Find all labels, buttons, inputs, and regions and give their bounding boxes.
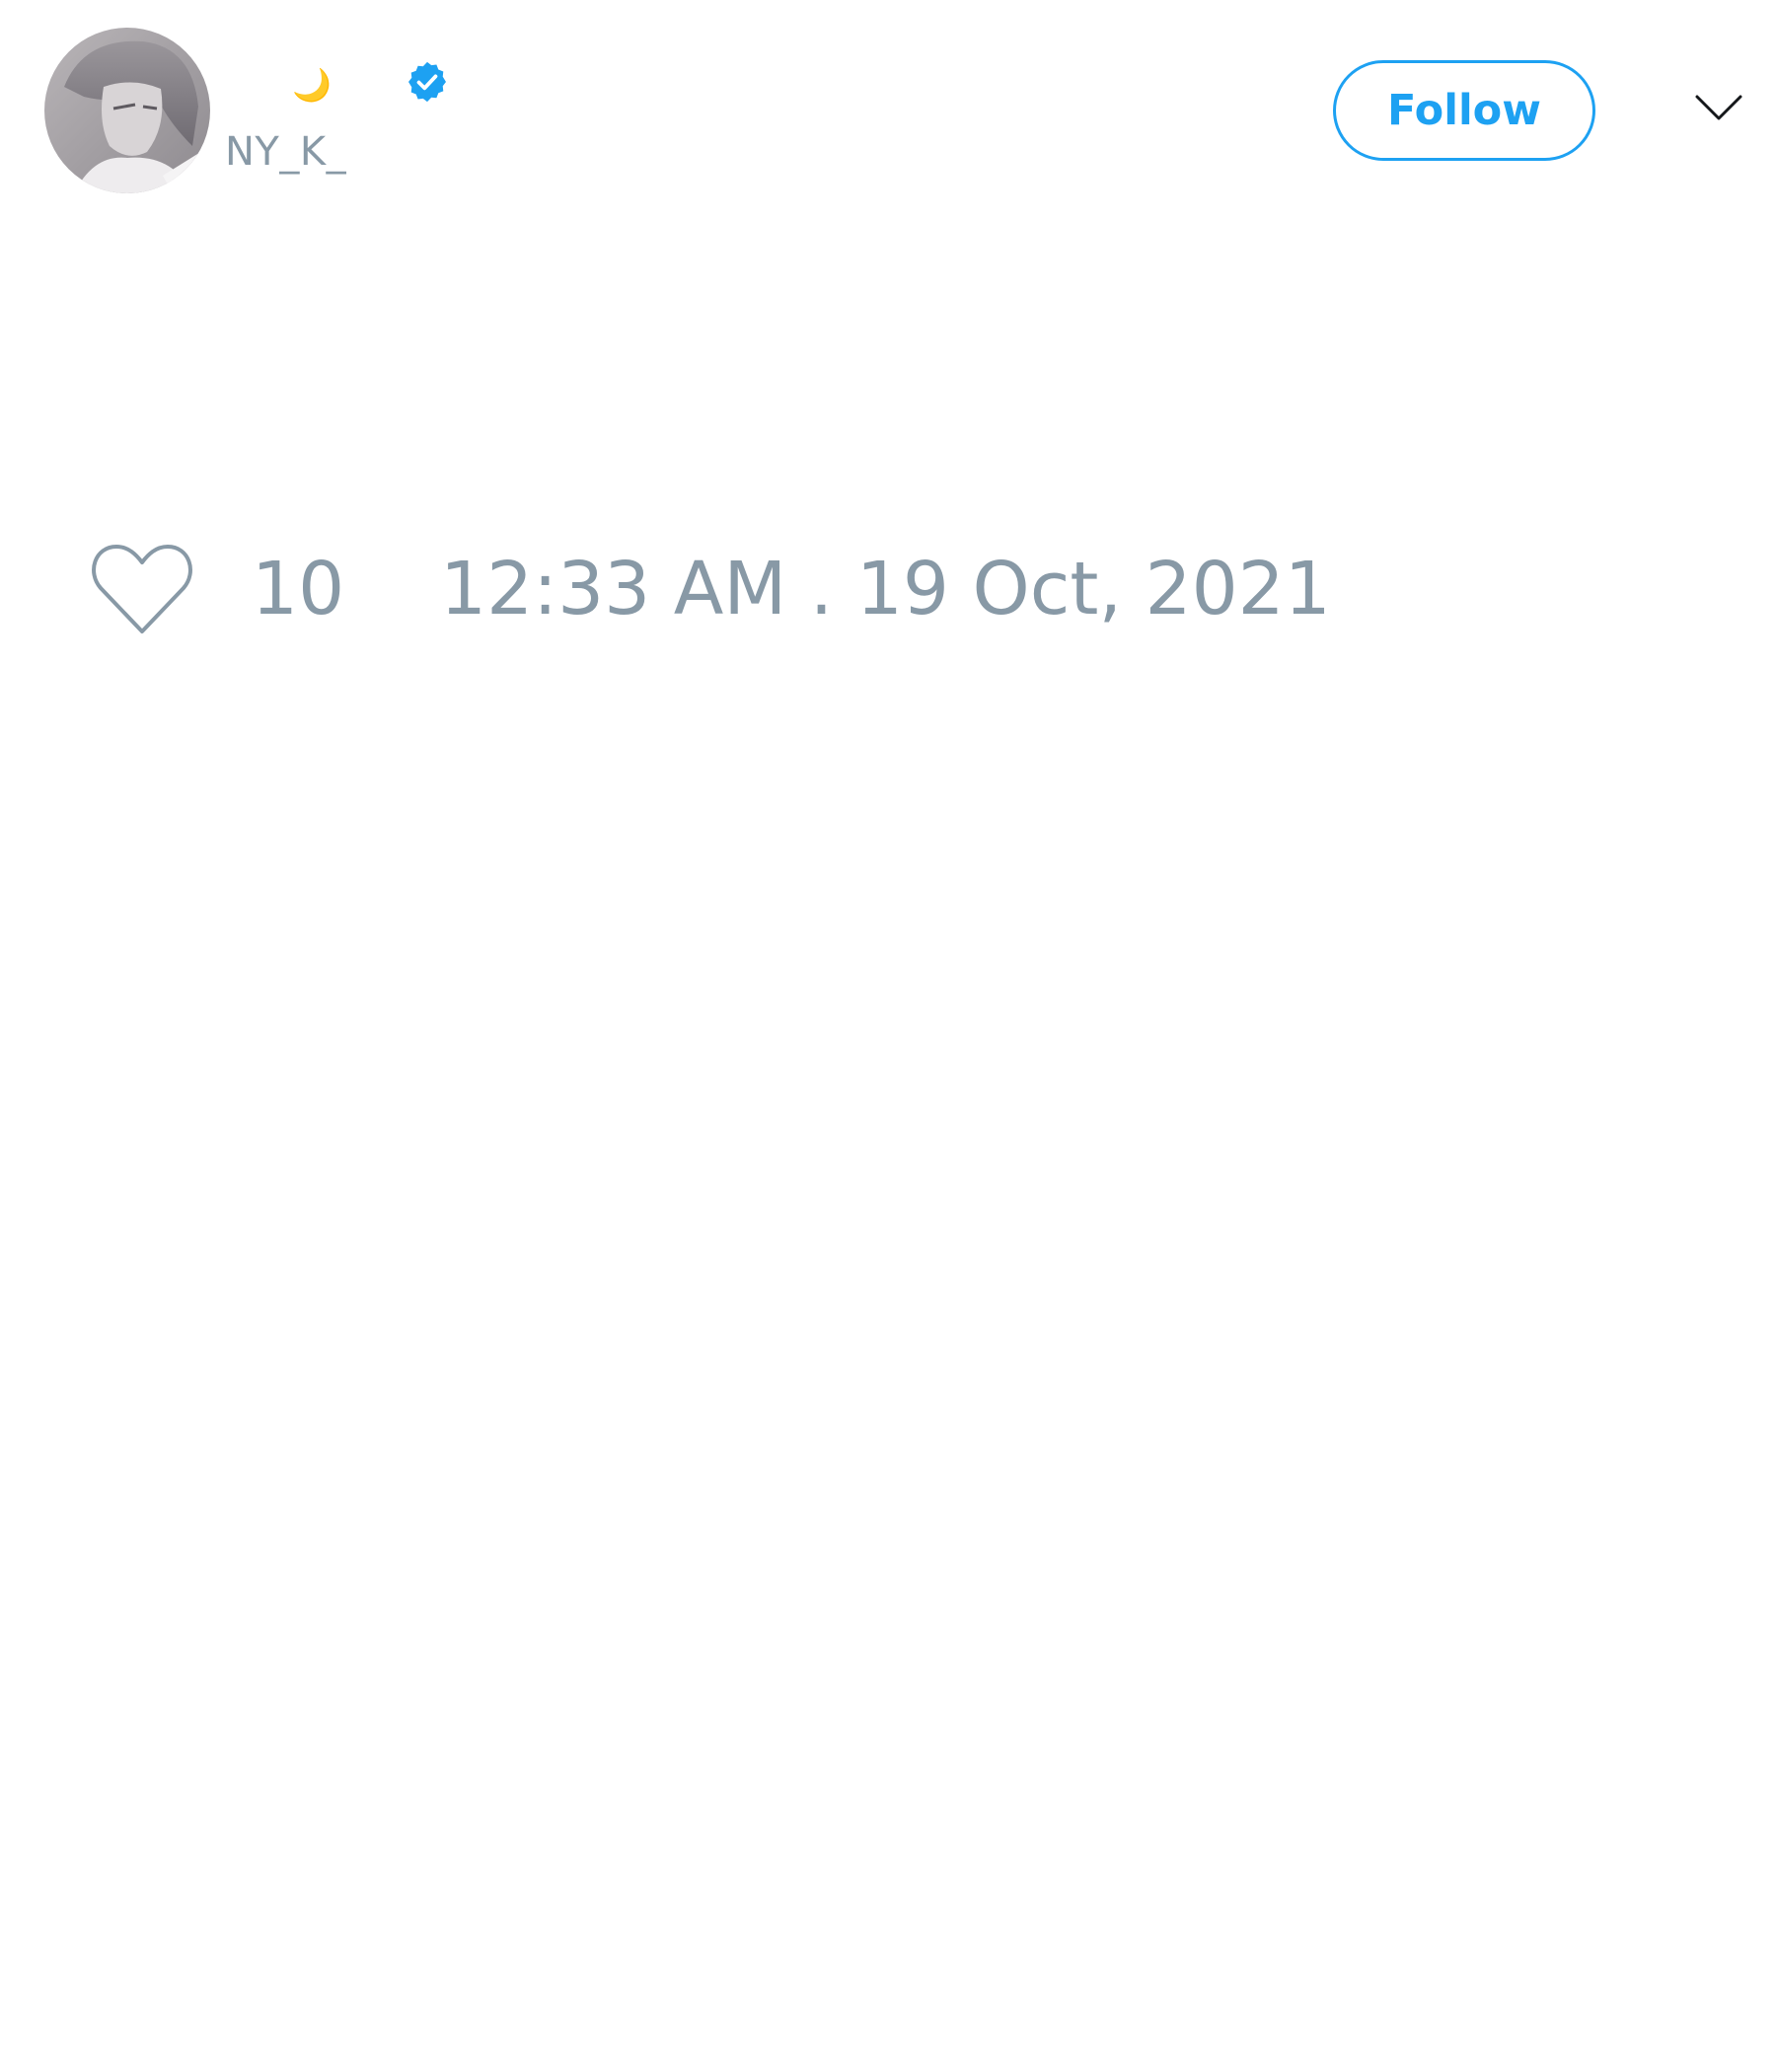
heart-icon[interactable] <box>89 541 195 639</box>
display-name[interactable]: 🌙 <box>292 65 332 105</box>
verified-badge-icon <box>408 61 446 103</box>
like-count: 10 <box>252 547 345 631</box>
follow-button[interactable]: Follow <box>1333 60 1595 161</box>
tweet-timestamp[interactable]: 12:33 AM . 19 Oct, 2021 <box>440 545 1331 633</box>
avatar-image <box>44 28 210 193</box>
chevron-down-icon[interactable] <box>1695 93 1742 122</box>
username-handle[interactable]: NY_K_ <box>225 128 346 176</box>
avatar[interactable] <box>44 28 210 193</box>
